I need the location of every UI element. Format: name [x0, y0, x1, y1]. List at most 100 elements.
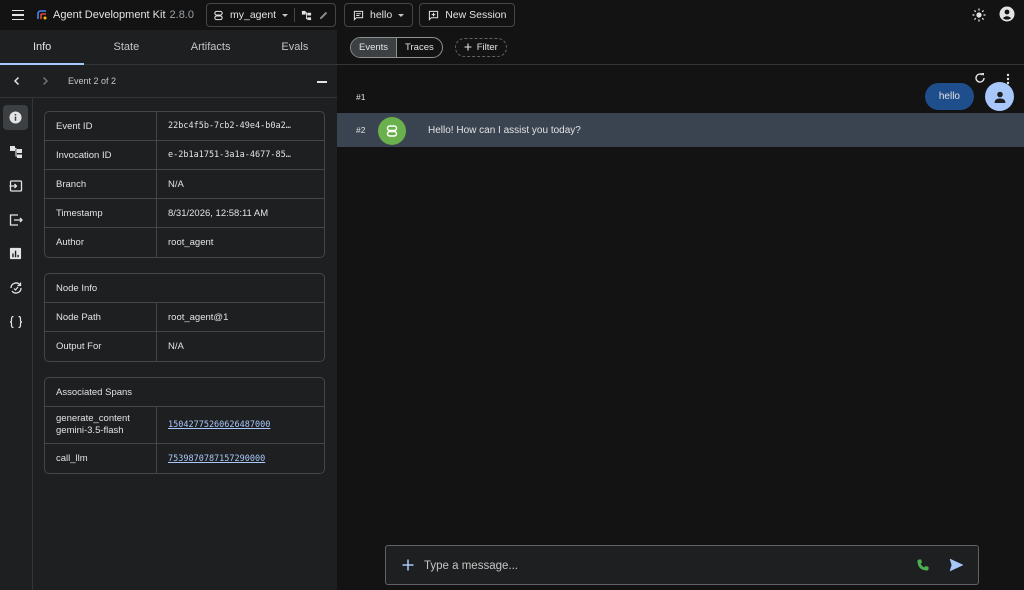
divider	[294, 8, 296, 22]
message-input[interactable]	[424, 556, 894, 576]
plus-icon[interactable]	[401, 558, 415, 572]
table-row: Invocation ID e-2b1a1751-3a1a-4677-85…	[45, 141, 324, 170]
send-icon[interactable]	[949, 558, 964, 572]
row-value: N/A	[168, 178, 184, 190]
bar-chart-icon	[9, 247, 22, 260]
graph-icon	[9, 145, 22, 158]
associated-spans-card: Associated Spans generate_content gemini…	[44, 377, 325, 474]
input-icon	[9, 179, 22, 192]
traces-toggle[interactable]: Traces	[397, 38, 442, 57]
view-toggle: Events Traces	[350, 36, 443, 58]
chat-icon	[353, 10, 364, 21]
row-key: Branch	[45, 170, 157, 198]
menu-icon[interactable]	[10, 6, 28, 24]
top-bar-left: Agent Development Kit 2.8.0 my_agent	[0, 0, 337, 30]
tab-artifacts[interactable]: Artifacts	[169, 30, 253, 64]
adk-logo-icon	[37, 10, 47, 20]
left-panel: Info State Artifacts Evals Event 2 of 2	[0, 30, 337, 590]
agent-message-text: Hello! How can I assist you today?	[428, 124, 581, 136]
agent-name: my_agent	[229, 9, 277, 21]
card-title: Associated Spans	[45, 378, 324, 407]
chevron-down-icon	[398, 13, 405, 17]
message-row-selected[interactable]: #2 Hello! How can I assist you today?	[337, 113, 1024, 147]
row-value: 7539870787157290000	[157, 444, 324, 473]
graph-icon[interactable]	[301, 10, 312, 21]
span-name: generate_content	[56, 413, 130, 424]
row-key: Node Path	[45, 303, 157, 331]
row-value: 22bc4f5b-7cb2-49e4-b0a2…	[168, 121, 291, 131]
sync-icon	[9, 281, 22, 294]
agent-icon	[386, 125, 398, 137]
agent-icon	[214, 10, 223, 20]
chat-panel: Events Traces Filter #1 hello #2 Hello! …	[337, 30, 1024, 590]
message-row[interactable]: #1 hello	[337, 80, 1024, 113]
event-counter: Event 2 of 2	[68, 76, 117, 86]
rail-metrics-button[interactable]	[3, 241, 28, 266]
session-name: hello	[370, 9, 393, 21]
chevron-left-icon[interactable]	[12, 76, 22, 86]
table-row: call_llm 7539870787157290000	[45, 444, 324, 473]
table-row: generate_content gemini-3.5-flash 150427…	[45, 407, 324, 444]
message-index: #1	[356, 91, 366, 102]
row-key: Event ID	[45, 112, 157, 140]
message-composer	[385, 545, 979, 585]
chevron-right-icon[interactable]	[40, 76, 50, 86]
row-key: Timestamp	[45, 199, 157, 227]
event-navigator: Event 2 of 2	[0, 65, 337, 98]
session-selector[interactable]: hello	[344, 3, 414, 27]
row-value: 8/31/2026, 12:58:11 AM	[168, 207, 269, 219]
row-key: generate_content gemini-3.5-flash	[45, 407, 157, 443]
rail-json-button[interactable]	[3, 309, 28, 334]
row-value: 15042775260626487000	[157, 407, 324, 443]
card-title: Node Info	[45, 274, 324, 303]
table-row: Branch N/A	[45, 170, 324, 199]
top-bar: Agent Development Kit 2.8.0 my_agent hel…	[0, 0, 1024, 30]
pencil-icon[interactable]	[318, 10, 329, 21]
tab-evals[interactable]: Evals	[253, 30, 337, 64]
add-chat-icon	[429, 10, 439, 21]
message-index: #2	[356, 125, 366, 135]
braces-icon	[9, 315, 22, 328]
row-key: call_llm	[45, 444, 157, 473]
chat-toolbar: Events Traces Filter	[337, 30, 1024, 65]
rail-sync-button[interactable]	[3, 275, 28, 300]
left-tabs: Info State Artifacts Evals	[0, 30, 337, 65]
row-value: root_agent@1	[168, 311, 229, 323]
output-icon	[9, 213, 23, 226]
row-value: e-2b1a1751-3a1a-4677-85…	[168, 150, 291, 160]
phone-icon[interactable]	[916, 558, 930, 572]
row-key: Invocation ID	[45, 141, 157, 169]
span-model: gemini-3.5-flash	[56, 425, 124, 436]
rail-response-button[interactable]	[3, 207, 28, 232]
row-key: Output For	[45, 332, 157, 361]
side-rail	[0, 98, 33, 590]
bot-avatar	[378, 117, 406, 145]
span-id-link[interactable]: 7539870787157290000	[168, 454, 265, 464]
sun-icon[interactable]	[972, 8, 986, 22]
rail-info-button[interactable]	[3, 105, 28, 130]
filter-label: Filter	[476, 41, 498, 53]
events-toggle[interactable]: Events	[351, 37, 398, 57]
row-key: Author	[45, 228, 157, 257]
table-row: Author root_agent	[45, 228, 324, 257]
row-value: root_agent	[168, 237, 214, 248]
table-row: Node Path root_agent@1	[45, 303, 324, 332]
collapse-icon[interactable]	[317, 81, 327, 83]
span-id-link[interactable]: 15042775260626487000	[168, 420, 270, 430]
rail-graph-button[interactable]	[3, 139, 28, 164]
account-circle-icon[interactable]	[999, 6, 1015, 22]
filter-button[interactable]: Filter	[454, 37, 507, 57]
user-message-bubble: hello	[924, 83, 974, 110]
tab-state[interactable]: State	[84, 30, 168, 64]
node-info-card: Node Info Node Path root_agent@1 Output …	[44, 273, 325, 362]
table-row: Event ID 22bc4f5b-7cb2-49e4-b0a2…	[45, 112, 324, 141]
event-details-card: Event ID 22bc4f5b-7cb2-49e4-b0a2… Invoca…	[44, 111, 325, 258]
app-title: Agent Development Kit 2.8.0	[53, 9, 194, 21]
info-icon	[9, 111, 22, 124]
plus-icon	[464, 43, 472, 51]
tab-info[interactable]: Info	[0, 30, 85, 65]
event-info-area: Event ID 22bc4f5b-7cb2-49e4-b0a2… Invoca…	[33, 98, 337, 590]
new-session-button[interactable]: New Session	[419, 3, 516, 27]
agent-selector[interactable]: my_agent	[205, 3, 337, 27]
rail-request-button[interactable]	[3, 173, 28, 198]
